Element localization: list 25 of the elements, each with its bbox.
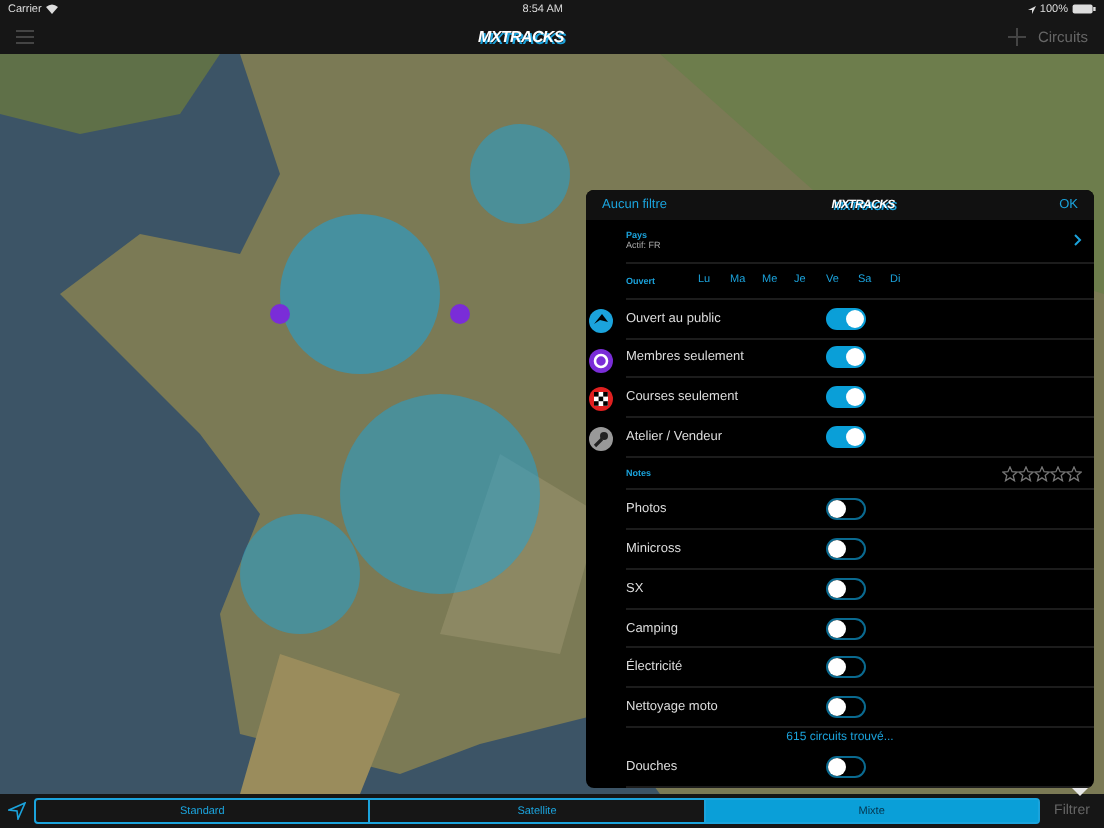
star-icon[interactable] [1018,465,1034,482]
wifi-icon [45,4,58,14]
wrench-icon [588,426,614,453]
logo: MXTRACKS [478,27,564,45]
toggle-switch[interactable] [826,656,866,679]
location-icon [1027,5,1036,13]
toggle-switch[interactable] [826,307,866,330]
toggle-switch[interactable] [826,386,866,409]
toggle-switch[interactable] [826,755,866,778]
toggle-switch[interactable] [826,617,866,639]
toggle-switch[interactable] [826,346,866,369]
toggle-switch[interactable] [826,696,866,719]
pin-icon [588,347,614,374]
battery-icon [1071,4,1096,14]
location-arrow-icon[interactable] [8,802,26,820]
star-icon[interactable] [1034,465,1050,482]
star-icon[interactable] [1066,465,1082,482]
toggle-switch[interactable] [826,537,866,560]
toggle-switch[interactable] [826,498,866,521]
star-icon[interactable] [1050,465,1066,482]
toggle-switch[interactable] [826,426,866,449]
chevron-icon[interactable] [1074,234,1082,247]
toggle-switch[interactable] [826,577,866,600]
star-rating[interactable] [1002,465,1082,482]
star-icon[interactable] [1002,465,1018,482]
